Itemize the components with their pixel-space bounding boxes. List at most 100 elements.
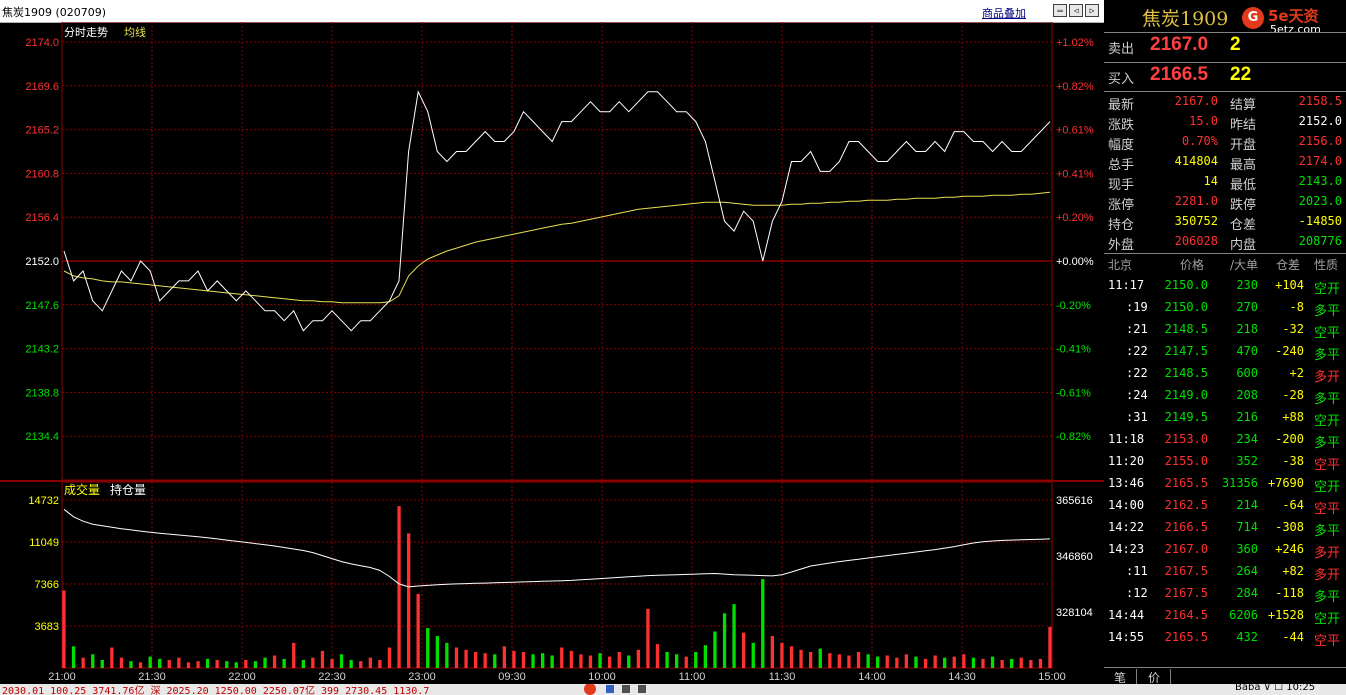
tick-nature: 空平 <box>1314 634 1341 649</box>
forward-icon[interactable]: ▷ <box>1085 4 1099 17</box>
tick-vol: 470 <box>1236 344 1258 358</box>
back-icon[interactable]: ◁ <box>1069 4 1083 17</box>
tick-oi: -44 <box>1282 630 1304 644</box>
volume-bar <box>560 647 564 668</box>
time-tick-label: 21:00 <box>48 671 76 683</box>
tick-price: 2166.5 <box>1164 520 1208 534</box>
bid-price[interactable]: 2166.5 <box>1150 64 1208 86</box>
quote-value: 2281.0 <box>1174 194 1218 208</box>
quote-label: 最新 <box>1108 98 1135 113</box>
time-tick-label: 11:30 <box>769 671 796 683</box>
quote-label: 外盘 <box>1108 238 1135 253</box>
tick-vol: 600 <box>1236 366 1258 380</box>
volume-bar <box>541 653 545 668</box>
volume-bar <box>483 653 487 668</box>
tick-nature: 空开 <box>1314 282 1341 297</box>
tick-vol: 230 <box>1236 278 1258 292</box>
tick-price: 2153.0 <box>1164 432 1208 446</box>
quote-label: 最高 <box>1230 158 1257 173</box>
volume-bar <box>272 655 277 668</box>
volume-bar <box>397 506 401 668</box>
volume-bar <box>569 650 573 668</box>
volume-bar <box>186 662 191 668</box>
quote-label: 仓差 <box>1230 218 1257 233</box>
time-tick-label: 14:30 <box>948 671 976 683</box>
volume-bar <box>933 655 937 668</box>
volume-bar <box>435 636 439 668</box>
sogou-icon <box>584 684 596 695</box>
tick-vol: 31356 <box>1221 476 1258 490</box>
volume-bar <box>158 658 162 668</box>
volume-bar <box>608 656 612 668</box>
volume-bar <box>981 658 985 668</box>
price-tick-label: 2174.0 <box>25 37 59 49</box>
volume-bar <box>71 646 76 668</box>
volume-bar <box>856 652 861 668</box>
logo-url: 5etz.com <box>1270 23 1321 36</box>
time-tick-label: 09:30 <box>498 671 526 683</box>
volume-bar <box>359 661 363 668</box>
volume-legend: 成交量 <box>64 482 100 497</box>
tick-price: 2149.0 <box>1164 388 1208 402</box>
volume-bar <box>349 660 353 668</box>
tick-oi: -64 <box>1282 498 1304 512</box>
tick-nature: 多开 <box>1314 568 1341 583</box>
volume-bar <box>138 662 143 668</box>
price-line <box>63 90 1051 332</box>
volume-bar <box>665 652 669 668</box>
intraday-chart[interactable]: 2174.0 +1.02% 2169.6 +0.82% 2165.2 +0.61% 2160… <box>0 22 1104 684</box>
oi-tick-label: 346860 <box>1056 551 1093 563</box>
volume-bar <box>244 660 248 668</box>
tick-time: :21 <box>1126 322 1148 336</box>
tick-oi: +246 <box>1275 542 1304 556</box>
volume-bar <box>301 660 305 668</box>
quote-value: 206028 <box>1174 234 1218 248</box>
overlay-link[interactable]: 商品叠加 <box>982 5 1026 21</box>
tick-price: 2147.5 <box>1164 344 1208 358</box>
tray-icons <box>584 684 646 695</box>
moon-icon <box>622 685 630 693</box>
quote-label: 幅度 <box>1108 138 1135 153</box>
pct-tick-label: +0.41% <box>1056 168 1094 180</box>
volume-bar <box>454 647 459 668</box>
quote-label: 涨停 <box>1108 198 1135 213</box>
price-tick-label: 2138.8 <box>25 387 59 399</box>
tick-price: 2149.5 <box>1164 410 1208 424</box>
ask-price[interactable]: 2167.0 <box>1150 34 1208 56</box>
volume-bar <box>1019 657 1023 668</box>
pct-tick-label: +1.02% <box>1056 37 1094 49</box>
volume-bar <box>809 652 813 668</box>
price-tick-label: 2169.6 <box>25 81 59 93</box>
volume-bar <box>407 533 411 668</box>
contract-name: 焦炭1909 <box>1142 8 1229 30</box>
volume-bar <box>474 652 478 668</box>
quote-label: 结算 <box>1230 98 1257 113</box>
volume-bar <box>876 656 880 668</box>
tick-oi: -32 <box>1282 322 1304 336</box>
volume-bar <box>196 661 200 668</box>
tick-price: 2150.0 <box>1164 278 1208 292</box>
volume-bar <box>684 656 688 668</box>
tick-vol: 714 <box>1236 520 1258 534</box>
tick-vol: 264 <box>1236 564 1258 578</box>
quote-value: 2167.0 <box>1174 94 1218 108</box>
restore-icon[interactable]: ▭ <box>1053 4 1067 17</box>
tick-nature: 空开 <box>1314 480 1341 495</box>
tick-oi: -8 <box>1289 300 1304 314</box>
tick-oi: +82 <box>1282 564 1304 578</box>
volume-bar <box>177 657 181 668</box>
volume-bar <box>722 613 727 668</box>
volume-bar <box>761 579 765 668</box>
price-tick-label: 2143.2 <box>25 344 59 356</box>
volume-bar <box>971 657 976 668</box>
quote-value: 2156.0 <box>1298 134 1342 148</box>
volume-bar <box>378 660 382 668</box>
volume-frame <box>61 481 1053 669</box>
tick-oi: +104 <box>1275 278 1304 292</box>
volume-bar <box>847 655 851 668</box>
tick-vol: 218 <box>1236 322 1258 336</box>
pct-tick-label: -0.82% <box>1056 431 1091 443</box>
volume-bar <box>914 656 918 668</box>
volume-bar <box>292 642 296 668</box>
tick-time: :22 <box>1126 366 1148 380</box>
